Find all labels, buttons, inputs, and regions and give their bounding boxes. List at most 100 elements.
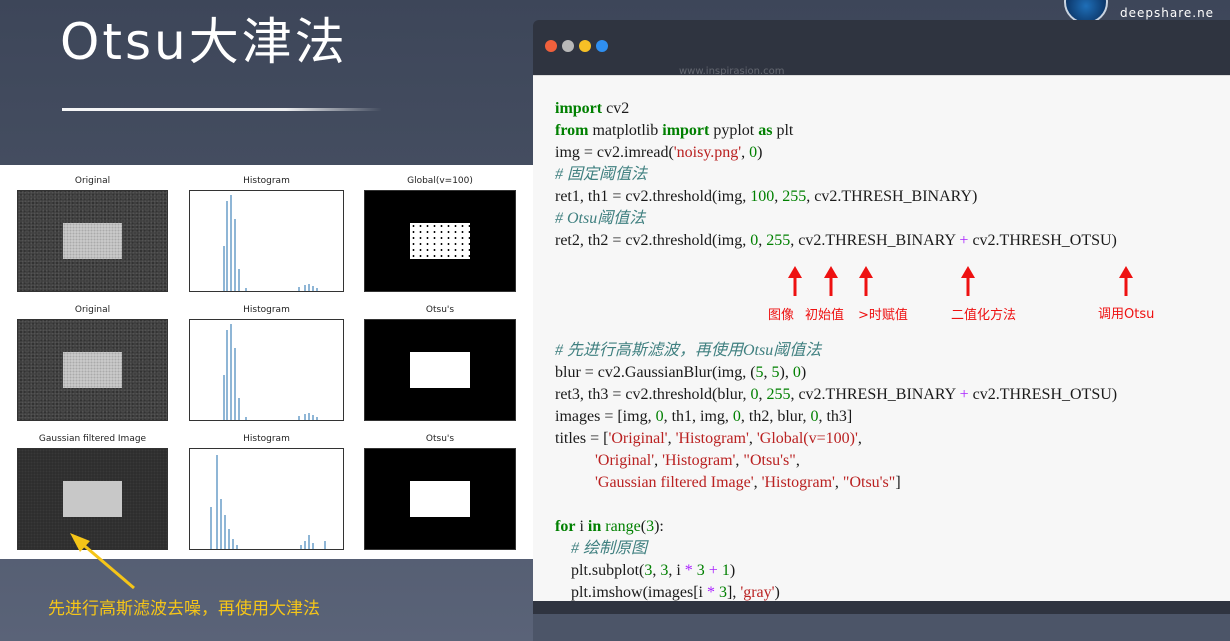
- code-token: img = cv2.imread(: [555, 144, 674, 161]
- code-token: ):: [654, 518, 664, 535]
- annotation-text: 先进行高斯滤波去噪，再使用大津法: [48, 599, 320, 619]
- code-line: 'Gaussian filtered Image', 'Histogram', …: [555, 472, 901, 494]
- code-token: 0: [792, 364, 801, 381]
- binary-image: [364, 190, 516, 292]
- code-token: plt.imshow(images[i: [555, 584, 707, 601]
- code-token: 5: [771, 364, 780, 381]
- code-editor[interactable]: 图像 初始值 >时赋值 二值化方法 调用Otsu import cv2 from …: [533, 75, 1230, 601]
- annotation-initial-value: 初始值: [805, 308, 845, 323]
- code-token: blur = cv2.GaussianBlur(img, (: [555, 364, 756, 381]
- code-token: ): [757, 144, 763, 161]
- code-token: *: [684, 562, 693, 579]
- code-token: 255: [766, 232, 791, 249]
- code-token: 'Global(v=100)': [756, 430, 858, 447]
- code-token: ,: [834, 474, 843, 491]
- code-token: "Otsu's": [743, 452, 796, 469]
- code-token: pyplot: [709, 122, 759, 139]
- subplot-otsu-2: Otsu's: [364, 434, 516, 550]
- code-token: 'Histogram': [662, 452, 736, 469]
- code-token: ret2, th2 = cv2.threshold(img,: [555, 232, 751, 249]
- subplot-title: Histogram: [243, 434, 290, 444]
- subplot-title: Otsu's: [425, 434, 455, 444]
- code-line: # 先进行高斯滤波，再使用Otsu阈值法: [555, 340, 821, 362]
- code-token: 'Histogram': [675, 430, 749, 447]
- code-line: ret2, th2 = cv2.threshold(img, 0, 255, c…: [555, 230, 1117, 252]
- subplot-title: Histogram: [243, 305, 290, 315]
- code-token: , th3]: [818, 408, 853, 425]
- code-token: 'noisy.png': [673, 144, 742, 161]
- subplot-title: Otsu's: [425, 305, 455, 315]
- subplot-title: Global(v=100): [407, 176, 473, 186]
- code-token: *: [706, 584, 715, 601]
- code-token: 'gray': [740, 584, 775, 601]
- code-token: 5: [755, 364, 764, 381]
- code-token: plt: [772, 122, 794, 139]
- annotation-arrow: [70, 533, 135, 590]
- code-token: 255: [782, 188, 807, 205]
- code-token: ,: [763, 364, 772, 381]
- code-token: from: [555, 122, 589, 139]
- code-token: 3: [696, 562, 705, 579]
- code-token: as: [758, 122, 773, 139]
- code-token: , i: [668, 562, 685, 579]
- code-token: import: [555, 100, 603, 117]
- code-token: 100: [750, 188, 775, 205]
- code-token: cv2.THRESH_OTSU): [968, 232, 1117, 249]
- code-line: for i in range(3):: [555, 516, 664, 538]
- code-token: "Otsu's": [842, 474, 896, 491]
- code-line: plt.imshow(images[i * 3], 'gray'): [555, 582, 780, 601]
- code-line: plt.subplot(3, 3, i * 3 + 1): [555, 560, 735, 582]
- maximize-dot-icon[interactable]: [579, 40, 591, 52]
- code-token: ,: [741, 144, 750, 161]
- code-token: ,: [753, 474, 762, 491]
- code-token: matplotlib: [588, 122, 663, 139]
- code-token: # Otsu阈值法: [555, 210, 646, 227]
- histogram-plot: [189, 448, 344, 550]
- code-token: 255: [766, 386, 791, 403]
- code-line: # 固定阈值法: [555, 164, 647, 186]
- code-token: 'Histogram': [761, 474, 835, 491]
- code-token: 0: [655, 408, 664, 425]
- extra-dot-icon[interactable]: [596, 40, 608, 52]
- subplot-histogram-3: Histogram: [189, 434, 344, 550]
- histogram-plot: [189, 190, 344, 292]
- code-token: , th1, img,: [663, 408, 733, 425]
- code-token: ]: [895, 474, 901, 491]
- code-token: 3: [646, 518, 655, 535]
- code-token: ): [729, 562, 736, 579]
- bottom-strip: [533, 614, 1230, 641]
- code-token: 'Original': [608, 430, 668, 447]
- code-token: ): [774, 584, 780, 601]
- code-token: ,: [667, 430, 676, 447]
- code-token: ): [800, 364, 807, 381]
- code-line: ret1, th1 = cv2.threshold(img, 100, 255,…: [555, 186, 977, 208]
- code-line: # Otsu阈值法: [555, 208, 645, 230]
- subplot-histogram-1: Histogram: [189, 176, 344, 292]
- code-token: +: [959, 386, 969, 403]
- subplot-otsu-1: Otsu's: [364, 305, 516, 421]
- code-token: i: [575, 518, 588, 535]
- annotation-assign-value: >时赋值: [858, 308, 908, 323]
- code-line: ret3, th3 = cv2.threshold(blur, 0, 255, …: [555, 384, 1117, 406]
- code-token: import: [662, 122, 710, 139]
- code-token: , th2, blur,: [740, 408, 811, 425]
- code-token: ],: [726, 584, 741, 601]
- code-token: images = [img,: [555, 408, 656, 425]
- code-token: 'Original': [595, 452, 655, 469]
- code-line: images = [img, 0, th1, img, 0, th2, blur…: [555, 406, 852, 428]
- code-token: range: [605, 518, 641, 535]
- minimize-dot-icon[interactable]: [562, 40, 574, 52]
- code-token: cv2: [602, 100, 630, 117]
- code-token: titles = [: [555, 430, 609, 447]
- subplot-title: Histogram: [243, 176, 290, 186]
- code-token: 1: [721, 562, 730, 579]
- annotation-binarize-method: 二值化方法: [951, 308, 1017, 323]
- code-token: # 先进行高斯滤波，再使用Otsu阈值法: [555, 342, 822, 359]
- code-window: www.inspirasion.com 图像 初始值 >时赋值 二值化方法 调用…: [533, 20, 1230, 614]
- histogram-plot: [189, 319, 344, 421]
- code-token: 'Gaussian filtered Image': [595, 474, 754, 491]
- close-dot-icon[interactable]: [545, 40, 557, 52]
